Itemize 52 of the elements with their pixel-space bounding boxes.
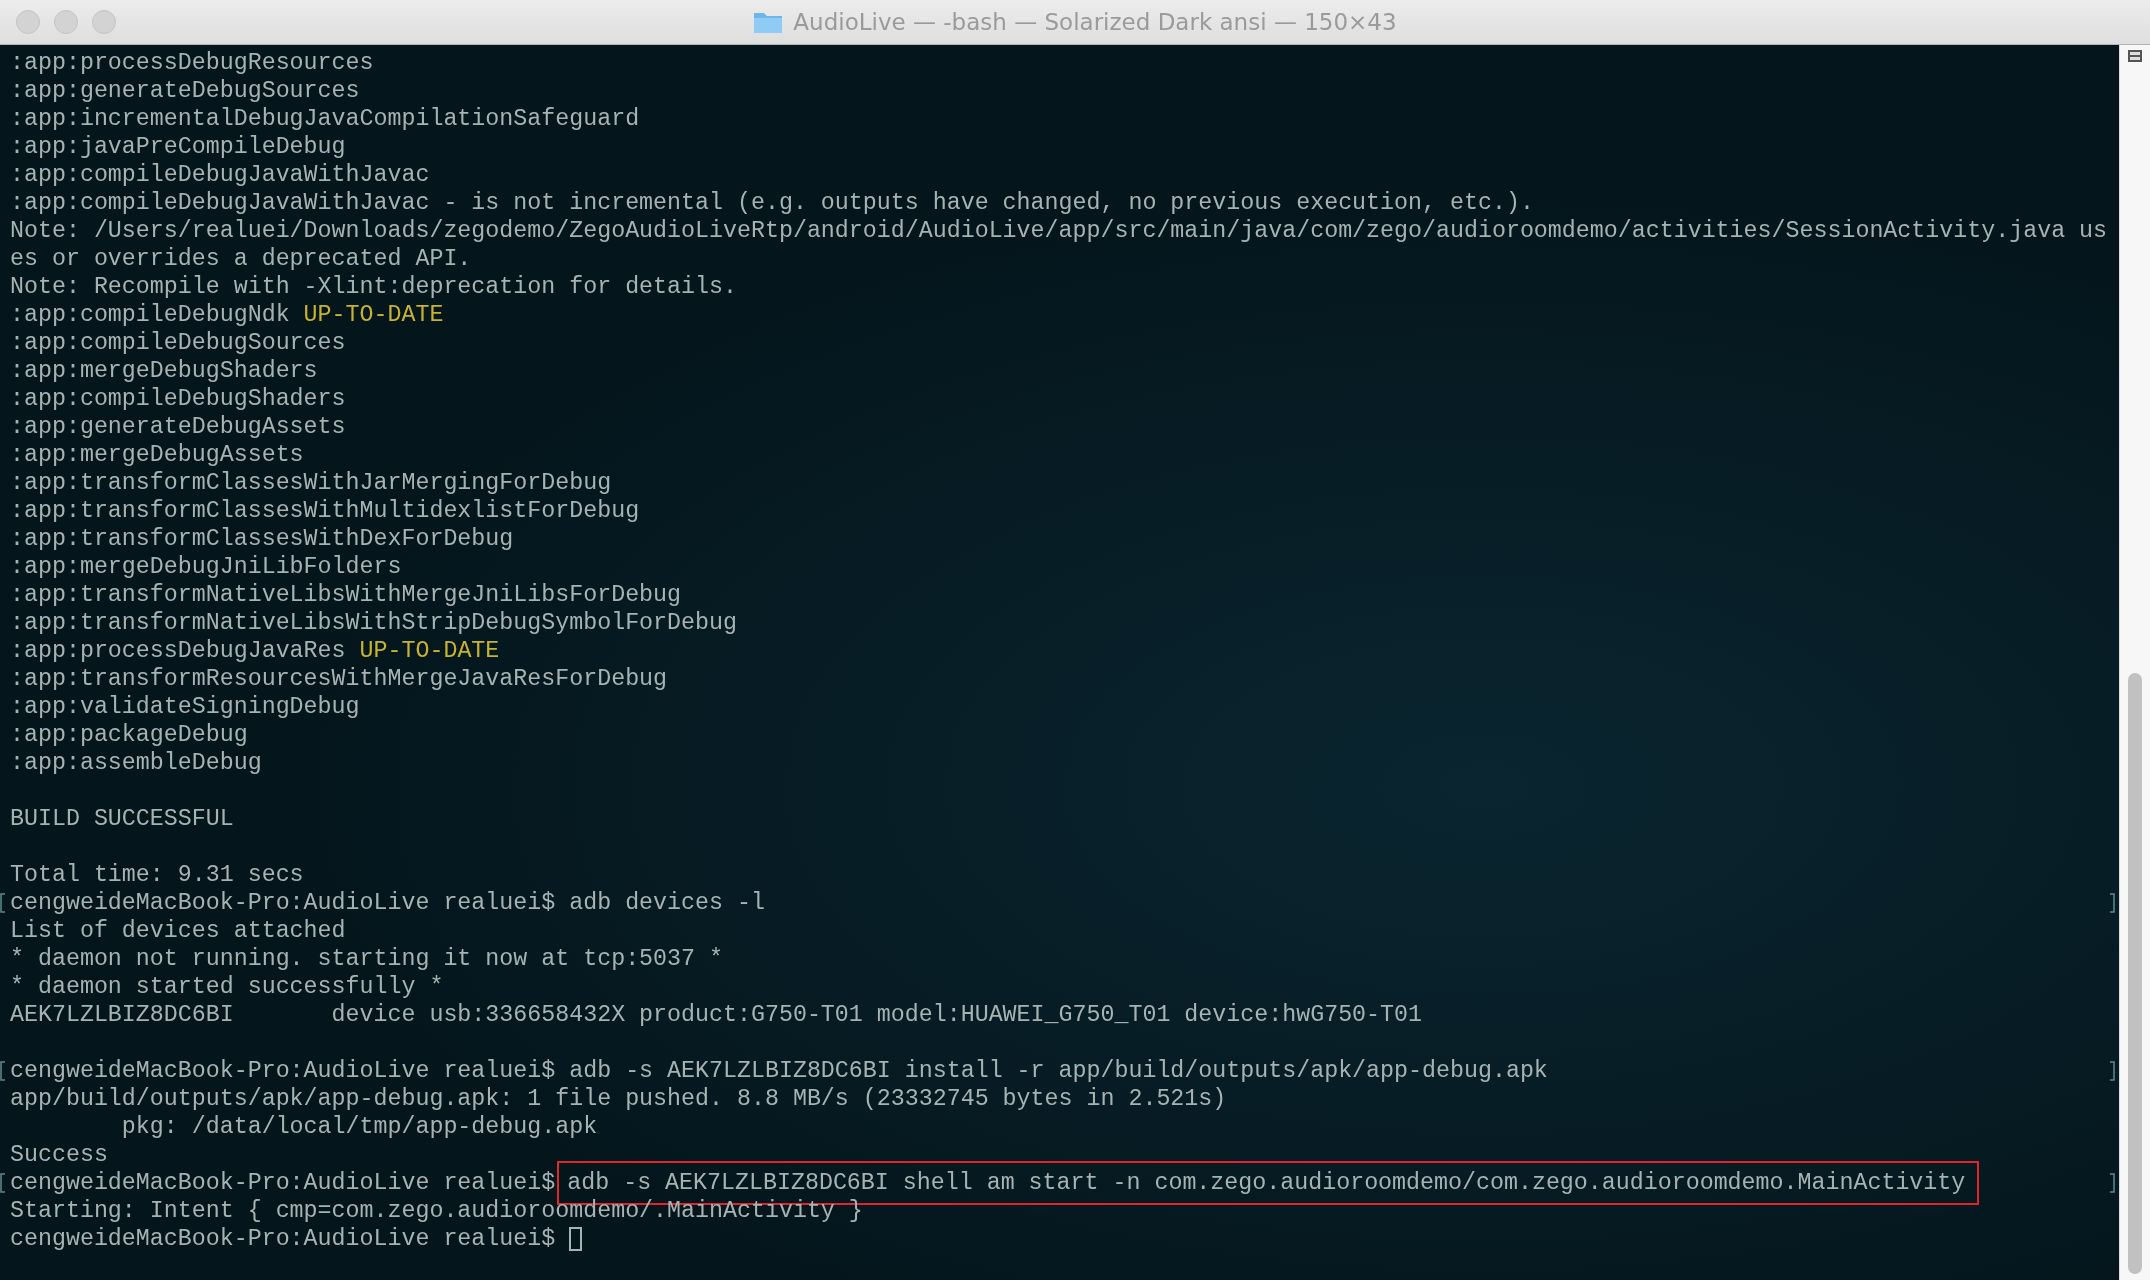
- split-pane-icon[interactable]: [2127, 49, 2143, 63]
- terminal-line: :app:generateDebugSources: [10, 78, 360, 104]
- terminal-line: :app:mergeDebugJniLibFolders: [10, 554, 402, 580]
- scrollbar-thumb[interactable]: [2128, 673, 2142, 1274]
- window-title: AudioLive — -bash — Solarized Dark ansi — 150×43: [793, 9, 1397, 35]
- close-button[interactable]: [16, 10, 40, 34]
- terminal-line: :app:generateDebugAssets: [10, 414, 346, 440]
- terminal-line: Success: [10, 1142, 108, 1168]
- terminal-line: cengweideMacBook-Pro:AudioLive realuei$ adb -s AEK7LZLBIZ8DC6BI install -r app/build/outputs/apk/app-debug.apk: [10, 1058, 1548, 1084]
- terminal-line: :app:packageDebug: [10, 722, 248, 748]
- scrollbar[interactable]: [2119, 45, 2150, 1280]
- terminal-line: :app:mergeDebugShaders: [10, 358, 318, 384]
- terminal-line: :app:transformClassesWithDexForDebug: [10, 526, 514, 552]
- terminal-line: :app:transformNativeLibsWithMergeJniLibsForDebug: [10, 582, 682, 608]
- terminal-line: :app:transformNativeLibsWithStripDebugSymbolForDebug: [10, 610, 737, 636]
- terminal-line: * daemon not running. starting it now at tcp:5037 *: [10, 946, 723, 972]
- terminal-line: :app:compileDebugNdk: [10, 302, 290, 328]
- terminal-line: :app:compileDebugSources: [10, 330, 346, 356]
- terminal-line: :app:javaPreCompileDebug: [10, 134, 346, 160]
- terminal-line: pkg: /data/local/tmp/app-debug.apk: [120, 1114, 598, 1140]
- terminal-line: Total time: 9.31 secs: [10, 862, 304, 888]
- folder-icon: [753, 10, 784, 34]
- terminal-line: :app:transformResourcesWithMergeJavaResForDebug: [10, 666, 668, 692]
- status-label: UP-TO-DATE: [359, 638, 500, 664]
- status-label: UP-TO-DATE: [303, 302, 444, 328]
- terminal-line: :app:validateSigningDebug: [10, 694, 360, 720]
- terminal-line: :app:compileDebugJavaWithJavac: [10, 162, 430, 188]
- terminal-line: BUILD SUCCESSFUL: [10, 806, 234, 832]
- terminal-line: Note: Recompile with -Xlint:deprecation for details.: [10, 274, 737, 300]
- terminal-line: cengweideMacBook-Pro:AudioLive realuei$: [10, 1170, 556, 1196]
- terminal-line: List of devices attached: [10, 918, 346, 944]
- terminal-line: cengweideMacBook-Pro:AudioLive realuei$: [10, 1226, 556, 1252]
- terminal-line: * daemon started successfully *: [10, 974, 444, 1000]
- terminal-line: :app:incrementalDebugJavaCompilationSafeguard: [10, 106, 640, 132]
- terminal-line: :app:compileDebugJavaWithJavac - is not incremental (e.g. outputs have changed, no previous execution, etc.).: [10, 190, 1534, 216]
- terminal-line: cengweideMacBook-Pro:AudioLive realuei$ adb devices -l: [10, 890, 765, 916]
- minimize-button[interactable]: [54, 10, 78, 34]
- mark-bracket-icon: [2109, 893, 2115, 913]
- terminal-line: :app:mergeDebugAssets: [10, 442, 304, 468]
- terminal-line: :app:assembleDebug: [10, 750, 262, 776]
- mark-bracket-icon: [2109, 1173, 2115, 1193]
- zoom-button[interactable]: [92, 10, 116, 34]
- terminal-line: AEK7LZLBIZ8DC6BI device usb:336658432X product:G750-T01 model:HUAWEI_G750_T01 device:hwG750-T01: [10, 1002, 1423, 1028]
- terminal-line: es or overrides a deprecated API.: [10, 246, 472, 272]
- terminal-line: :app:processDebugResources: [10, 50, 374, 76]
- terminal-line: app/build/outputs/apk/app-debug.apk: 1 file pushed. 8.8 MB/s (23332745 bytes in 2.521s): [10, 1086, 1227, 1112]
- terminal-line: Note: /Users/realuei/Downloads/zegodemo/ZegoAudioLiveRtp/android/AudioLive/app/src/main/java/com/zego/audioroomdemo/activities/SessionActivity.java us: [10, 218, 2108, 244]
- terminal-line: :app:processDebugJavaRes: [10, 638, 346, 664]
- mark-bracket-icon: [2109, 1061, 2115, 1081]
- terminal-line: :app:transformClassesWithJarMergingForDebug: [10, 470, 612, 496]
- terminal-line: :app:compileDebugShaders: [10, 386, 346, 412]
- terminal-line: :app:transformClassesWithMultidexlistForDebug: [10, 498, 640, 524]
